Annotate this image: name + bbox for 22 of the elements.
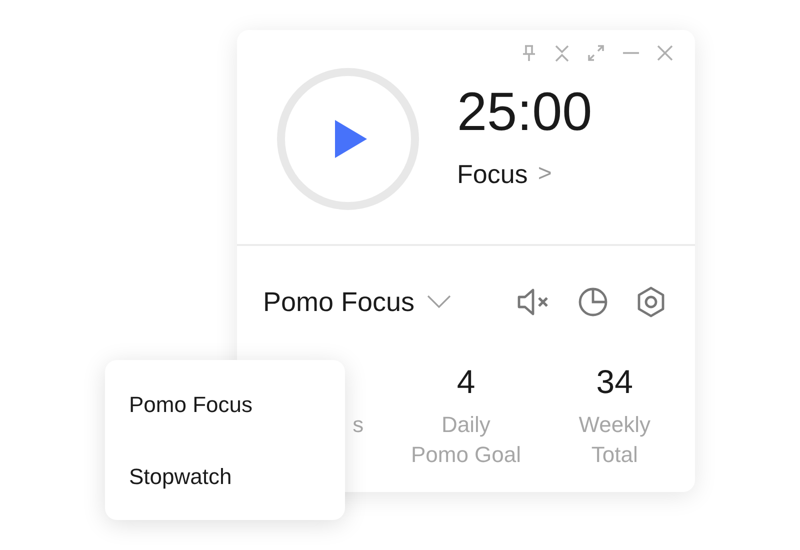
- stat-label: Daily: [442, 410, 490, 439]
- settings-icon[interactable]: [635, 286, 667, 318]
- pin-icon[interactable]: [521, 44, 537, 62]
- expand-icon[interactable]: [587, 44, 605, 62]
- muted-speaker-icon[interactable]: [517, 287, 551, 318]
- stat-value: 34: [596, 364, 634, 398]
- mode-selector[interactable]: Pomo Focus: [263, 282, 451, 322]
- stat-value: 4: [456, 364, 476, 398]
- stat-label: Total: [591, 440, 638, 468]
- close-icon[interactable]: [657, 45, 673, 61]
- stat-label: Pomo Goal: [410, 440, 522, 468]
- menu-item[interactable]: Pomo Focus: [105, 369, 345, 439]
- timer-display: 25:00: [457, 84, 592, 138]
- stat-label: s: [352, 410, 364, 438]
- pie-chart-icon[interactable]: [577, 286, 609, 318]
- chevron-down-icon: [426, 295, 451, 310]
- focus-mode-link[interactable]: Focus >: [457, 154, 552, 194]
- play-button[interactable]: [277, 68, 419, 210]
- play-icon: [335, 120, 367, 158]
- menu-item[interactable]: Stopwatch: [105, 441, 345, 511]
- stat-label: Weekly: [578, 410, 651, 439]
- collapse-icon[interactable]: [554, 44, 570, 62]
